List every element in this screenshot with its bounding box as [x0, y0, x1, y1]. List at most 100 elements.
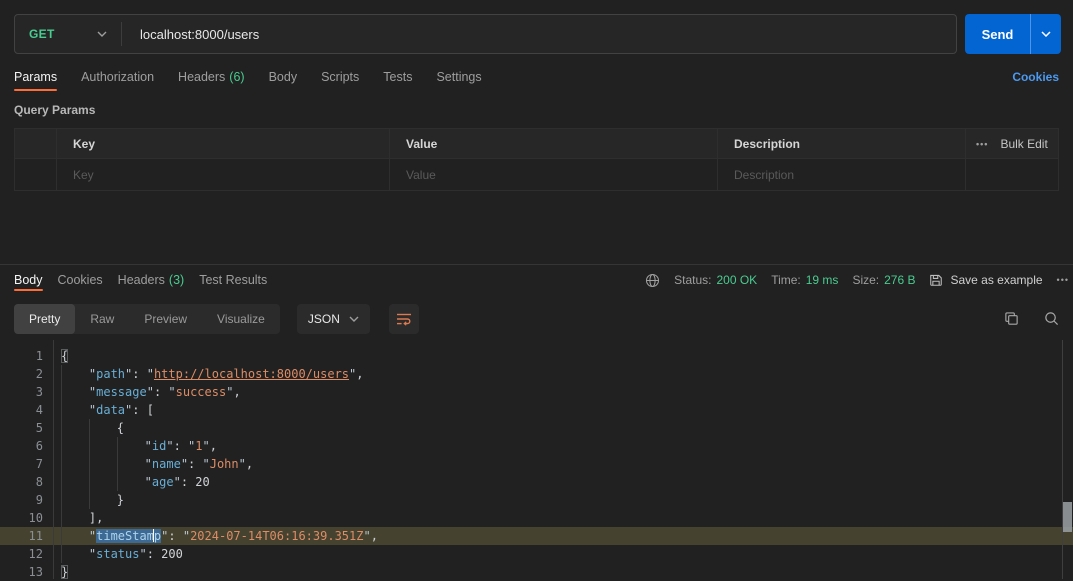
tab-response-headers[interactable]: Headers(3) — [118, 273, 185, 287]
code-line[interactable]: 12"status": 200 — [0, 545, 1073, 563]
indent-guide — [89, 455, 118, 473]
save-icon — [929, 273, 943, 287]
tab-scripts[interactable]: Scripts — [321, 70, 359, 84]
code-token: 1 — [195, 439, 202, 453]
code-line[interactable]: 5{ — [0, 419, 1073, 437]
code-token: , — [210, 439, 217, 453]
row-checkbox-cell[interactable] — [15, 159, 57, 190]
row-actions-cell — [966, 159, 1058, 190]
view-raw[interactable]: Raw — [75, 304, 129, 334]
code-token: } — [117, 493, 124, 507]
code-token: " — [168, 385, 175, 399]
method-url-divider — [121, 22, 122, 46]
response-more-options-icon[interactable]: ••• — [1057, 275, 1069, 285]
line-number: 5 — [0, 419, 43, 437]
view-pretty[interactable]: Pretty — [14, 304, 75, 334]
code-line[interactable]: 9} — [0, 491, 1073, 509]
line-number: 10 — [0, 509, 43, 527]
cookies-link[interactable]: Cookies — [1012, 70, 1059, 84]
bulk-edit-button[interactable]: Bulk Edit — [1000, 137, 1047, 151]
time-badge: Time: 19 ms — [771, 273, 838, 287]
code-token: , — [233, 385, 240, 399]
value-input[interactable]: Value — [390, 159, 718, 190]
key-input[interactable]: Key — [57, 159, 390, 190]
code-line[interactable]: 1{ — [0, 347, 1073, 365]
code-line[interactable]: 4"data": [ — [0, 401, 1073, 419]
headers-count-badge: (6) — [229, 70, 244, 84]
code-line[interactable]: 2"path": "http://localhost:8000/users", — [0, 365, 1073, 383]
code-line[interactable]: 10], — [0, 509, 1073, 527]
method-select[interactable]: GET — [15, 27, 121, 41]
indent-guide — [61, 473, 90, 491]
send-options-button[interactable] — [1030, 14, 1061, 54]
view-visualize[interactable]: Visualize — [202, 304, 280, 334]
network-globe-icon[interactable] — [645, 273, 660, 288]
scrollbar-thumb[interactable] — [1063, 502, 1072, 532]
save-as-example-button[interactable]: Save as example — [929, 273, 1042, 287]
code-token: } — [61, 565, 68, 579]
code-token: " — [174, 475, 181, 489]
line-number: 9 — [0, 491, 43, 509]
code-line[interactable]: 6"id": "1", — [0, 437, 1073, 455]
scrollbar-track[interactable] — [1062, 340, 1073, 579]
tab-params[interactable]: Params — [14, 70, 57, 84]
code-token: 20 — [195, 475, 209, 489]
response-body-editor[interactable]: 1{2"path": "http://localhost:8000/users"… — [0, 340, 1073, 579]
code-token: message — [96, 385, 147, 399]
code-token: " — [183, 529, 190, 543]
indent-guide — [61, 419, 90, 437]
method-label: GET — [29, 27, 55, 41]
tab-response-cookies[interactable]: Cookies — [58, 273, 103, 287]
line-number: 12 — [0, 545, 43, 563]
code-line[interactable]: 7"name": "John", — [0, 455, 1073, 473]
save-as-example-label: Save as example — [950, 273, 1042, 287]
tab-test-results[interactable]: Test Results — [199, 273, 267, 287]
code-line[interactable]: 13} — [0, 563, 1073, 581]
indent-guide — [117, 455, 146, 473]
tab-tests[interactable]: Tests — [383, 70, 412, 84]
tab-body[interactable]: Body — [269, 70, 298, 84]
code-token: , — [356, 367, 363, 381]
chevron-down-icon — [97, 31, 107, 37]
tab-authorization[interactable]: Authorization — [81, 70, 154, 84]
indent-guide — [61, 401, 90, 419]
indent-guide — [61, 491, 90, 509]
copy-icon[interactable] — [1004, 311, 1019, 326]
tab-settings[interactable]: Settings — [436, 70, 481, 84]
tab-response-body[interactable]: Body — [14, 273, 43, 287]
code-token: " — [239, 457, 246, 471]
code-line[interactable]: 3"message": "success", — [0, 383, 1073, 401]
code-token: : — [147, 547, 161, 561]
code-token: path — [96, 367, 125, 381]
toolbar-right-icons — [1004, 311, 1059, 326]
indent-guide — [117, 437, 146, 455]
code-line[interactable]: 8"age": 20 — [0, 473, 1073, 491]
format-select[interactable]: JSON — [297, 304, 370, 334]
wrap-text-button[interactable] — [389, 304, 419, 334]
chevron-down-icon — [1041, 31, 1051, 37]
code-token: " — [139, 547, 146, 561]
code-token: data — [96, 403, 125, 417]
code-token: timeStam — [96, 529, 154, 543]
indent-guide — [89, 437, 118, 455]
pane-divider[interactable] — [0, 264, 1073, 265]
code-token: { — [117, 421, 124, 435]
code-token: : — [154, 385, 168, 399]
code-token: : — [168, 529, 182, 543]
url-link[interactable]: http://localhost:8000/users — [154, 367, 349, 381]
code-token: status — [96, 547, 139, 561]
code-token: " — [145, 457, 152, 471]
indent-guide — [61, 365, 90, 383]
search-icon[interactable] — [1044, 311, 1059, 326]
code-token: " — [363, 529, 370, 543]
send-button[interactable]: Send — [965, 14, 1030, 54]
more-options-icon[interactable]: ••• — [976, 139, 988, 149]
code-token: : — [132, 367, 146, 381]
code-line[interactable]: 11"timeStamp": "2024-07-14T06:16:39.351Z… — [0, 527, 1073, 545]
tab-headers[interactable]: Headers(6) — [178, 70, 245, 84]
response-tabs: Body Cookies Headers(3) Test Results Sta… — [14, 266, 1069, 294]
status-badge: Status: 200 OK — [674, 273, 757, 287]
view-preview[interactable]: Preview — [129, 304, 202, 334]
url-input[interactable]: localhost:8000/users — [140, 27, 259, 42]
description-input[interactable]: Description — [718, 159, 966, 190]
